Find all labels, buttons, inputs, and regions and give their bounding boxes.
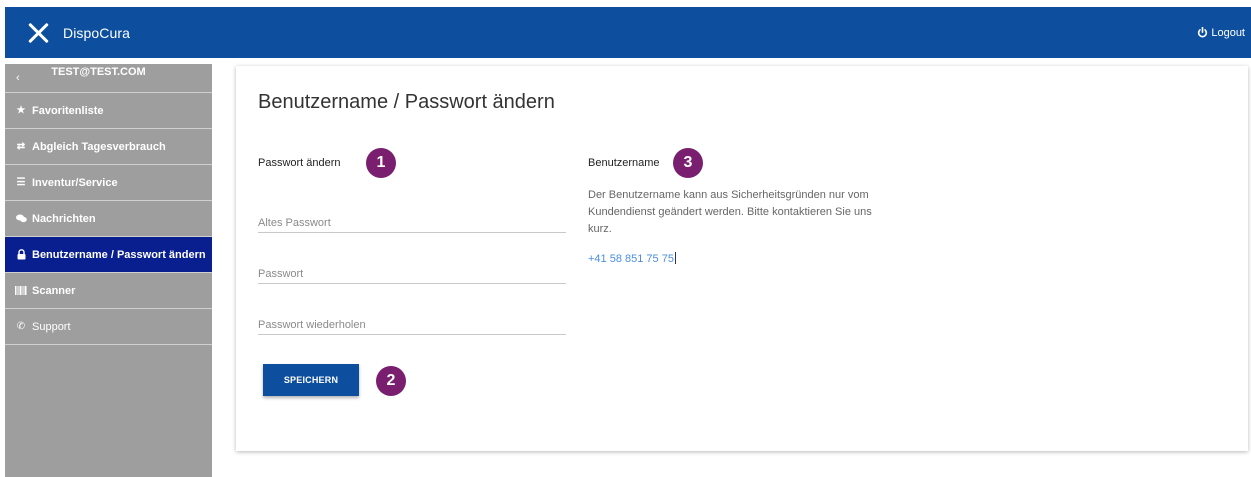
step-badge-2: 2 xyxy=(376,366,406,396)
sidebar-item-label: Abgleich Tagesverbrauch xyxy=(32,140,166,153)
app-page: DispoCura Logout ‹ TEST@TEST.COM ★ Favor… xyxy=(0,0,1251,477)
text-cursor xyxy=(674,252,676,264)
power-icon xyxy=(1198,27,1208,38)
sidebar-user-row: ‹ TEST@TEST.COM xyxy=(5,64,212,93)
support-phone-number: +41 58 851 75 75 xyxy=(588,253,674,265)
sidebar-item-benutzername-passwort[interactable]: Benutzername / Passwort ändern xyxy=(5,237,212,273)
step-badge-1: 1 xyxy=(366,148,396,178)
sidebar-item-label: Support xyxy=(32,320,71,333)
old-password-field[interactable] xyxy=(258,213,566,233)
new-password-field[interactable] xyxy=(258,264,566,284)
new-password-input[interactable] xyxy=(258,265,566,283)
sidebar-item-label: Inventur/Service xyxy=(32,176,118,189)
step-badge-3: 3 xyxy=(673,148,703,178)
close-x-logo-icon xyxy=(27,22,49,44)
sidebar-item-nachrichten[interactable]: Nachrichten xyxy=(5,201,212,237)
sidebar-item-support[interactable]: ✆ Support xyxy=(5,309,212,345)
brand[interactable]: DispoCura xyxy=(27,7,130,58)
phone-icon: ✆ xyxy=(16,321,26,332)
list-icon: ☰ xyxy=(16,177,26,188)
username-description: Der Benutzername kann aus Sicherheitsgrü… xyxy=(588,189,872,235)
top-bar: DispoCura Logout xyxy=(5,7,1251,58)
support-phone-link[interactable]: +41 58 851 75 75 xyxy=(588,252,676,265)
app-title: DispoCura xyxy=(63,24,131,41)
sidebar-item-abgleich[interactable]: ⇄ Abgleich Tagesverbrauch xyxy=(5,129,212,165)
chat-icon xyxy=(15,214,27,223)
username-section-title: Benutzername xyxy=(588,157,660,169)
star-icon: ★ xyxy=(16,105,26,116)
sidebar-item-label: Scanner xyxy=(32,284,76,297)
repeat-password-field[interactable] xyxy=(258,315,566,335)
old-password-input[interactable] xyxy=(258,214,566,232)
user-email: TEST@TEST.COM xyxy=(51,66,146,78)
sidebar-item-scanner[interactable]: Scanner xyxy=(5,273,212,309)
settings-card: Benutzername / Passwort ändern Passwort … xyxy=(236,66,1248,451)
chevron-left-icon[interactable]: ‹ xyxy=(16,72,20,84)
barcode-icon xyxy=(15,286,27,295)
sidebar: ‹ TEST@TEST.COM ★ Favoritenliste ⇄ Abgle… xyxy=(5,64,212,477)
lock-icon xyxy=(15,249,27,260)
sidebar-item-label: Nachrichten xyxy=(32,212,96,225)
sidebar-item-favoritenliste[interactable]: ★ Favoritenliste xyxy=(5,93,212,129)
sidebar-item-label: Benutzername / Passwort ändern xyxy=(32,248,206,261)
swap-arrows-icon: ⇄ xyxy=(16,141,26,152)
save-button[interactable]: SPEICHERN xyxy=(263,364,359,396)
repeat-password-input[interactable] xyxy=(258,316,566,334)
sidebar-item-inventur[interactable]: ☰ Inventur/Service xyxy=(5,165,212,201)
sidebar-item-label: Favoritenliste xyxy=(32,104,104,117)
logout-label: Logout xyxy=(1211,26,1245,39)
page-title: Benutzername / Passwort ändern xyxy=(258,91,555,113)
logout-button[interactable]: Logout xyxy=(1197,7,1245,58)
password-section-title: Passwort ändern xyxy=(258,157,341,169)
